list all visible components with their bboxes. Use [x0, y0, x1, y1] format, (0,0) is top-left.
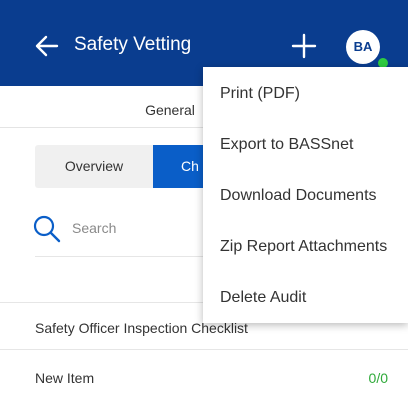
search-input[interactable]: Search	[72, 220, 116, 236]
plus-icon[interactable]	[290, 32, 318, 60]
search-icon	[33, 215, 61, 243]
menu-item-print-pdf[interactable]: Print (PDF)	[220, 85, 300, 103]
segment-checklist[interactable]: Ch	[153, 145, 205, 188]
divider	[0, 349, 408, 350]
list-item-label[interactable]: New Item	[35, 370, 94, 386]
page-title: Safety Vetting	[74, 34, 192, 55]
menu-item-export-bassnet[interactable]: Export to BASSnet	[220, 136, 353, 154]
menu-item-delete-audit[interactable]: Delete Audit	[220, 289, 306, 307]
arrow-left-icon[interactable]	[33, 32, 61, 60]
item-count-badge: 0/0	[368, 370, 388, 386]
menu-item-zip-attachments[interactable]: Zip Report Attachments	[220, 238, 387, 256]
overflow-menu: Print (PDF) Export to BASSnet Download D…	[203, 67, 408, 323]
segment-overview[interactable]: Overview	[35, 145, 153, 188]
avatar[interactable]: BA	[346, 30, 380, 64]
menu-item-download-documents[interactable]: Download Documents	[220, 187, 377, 205]
